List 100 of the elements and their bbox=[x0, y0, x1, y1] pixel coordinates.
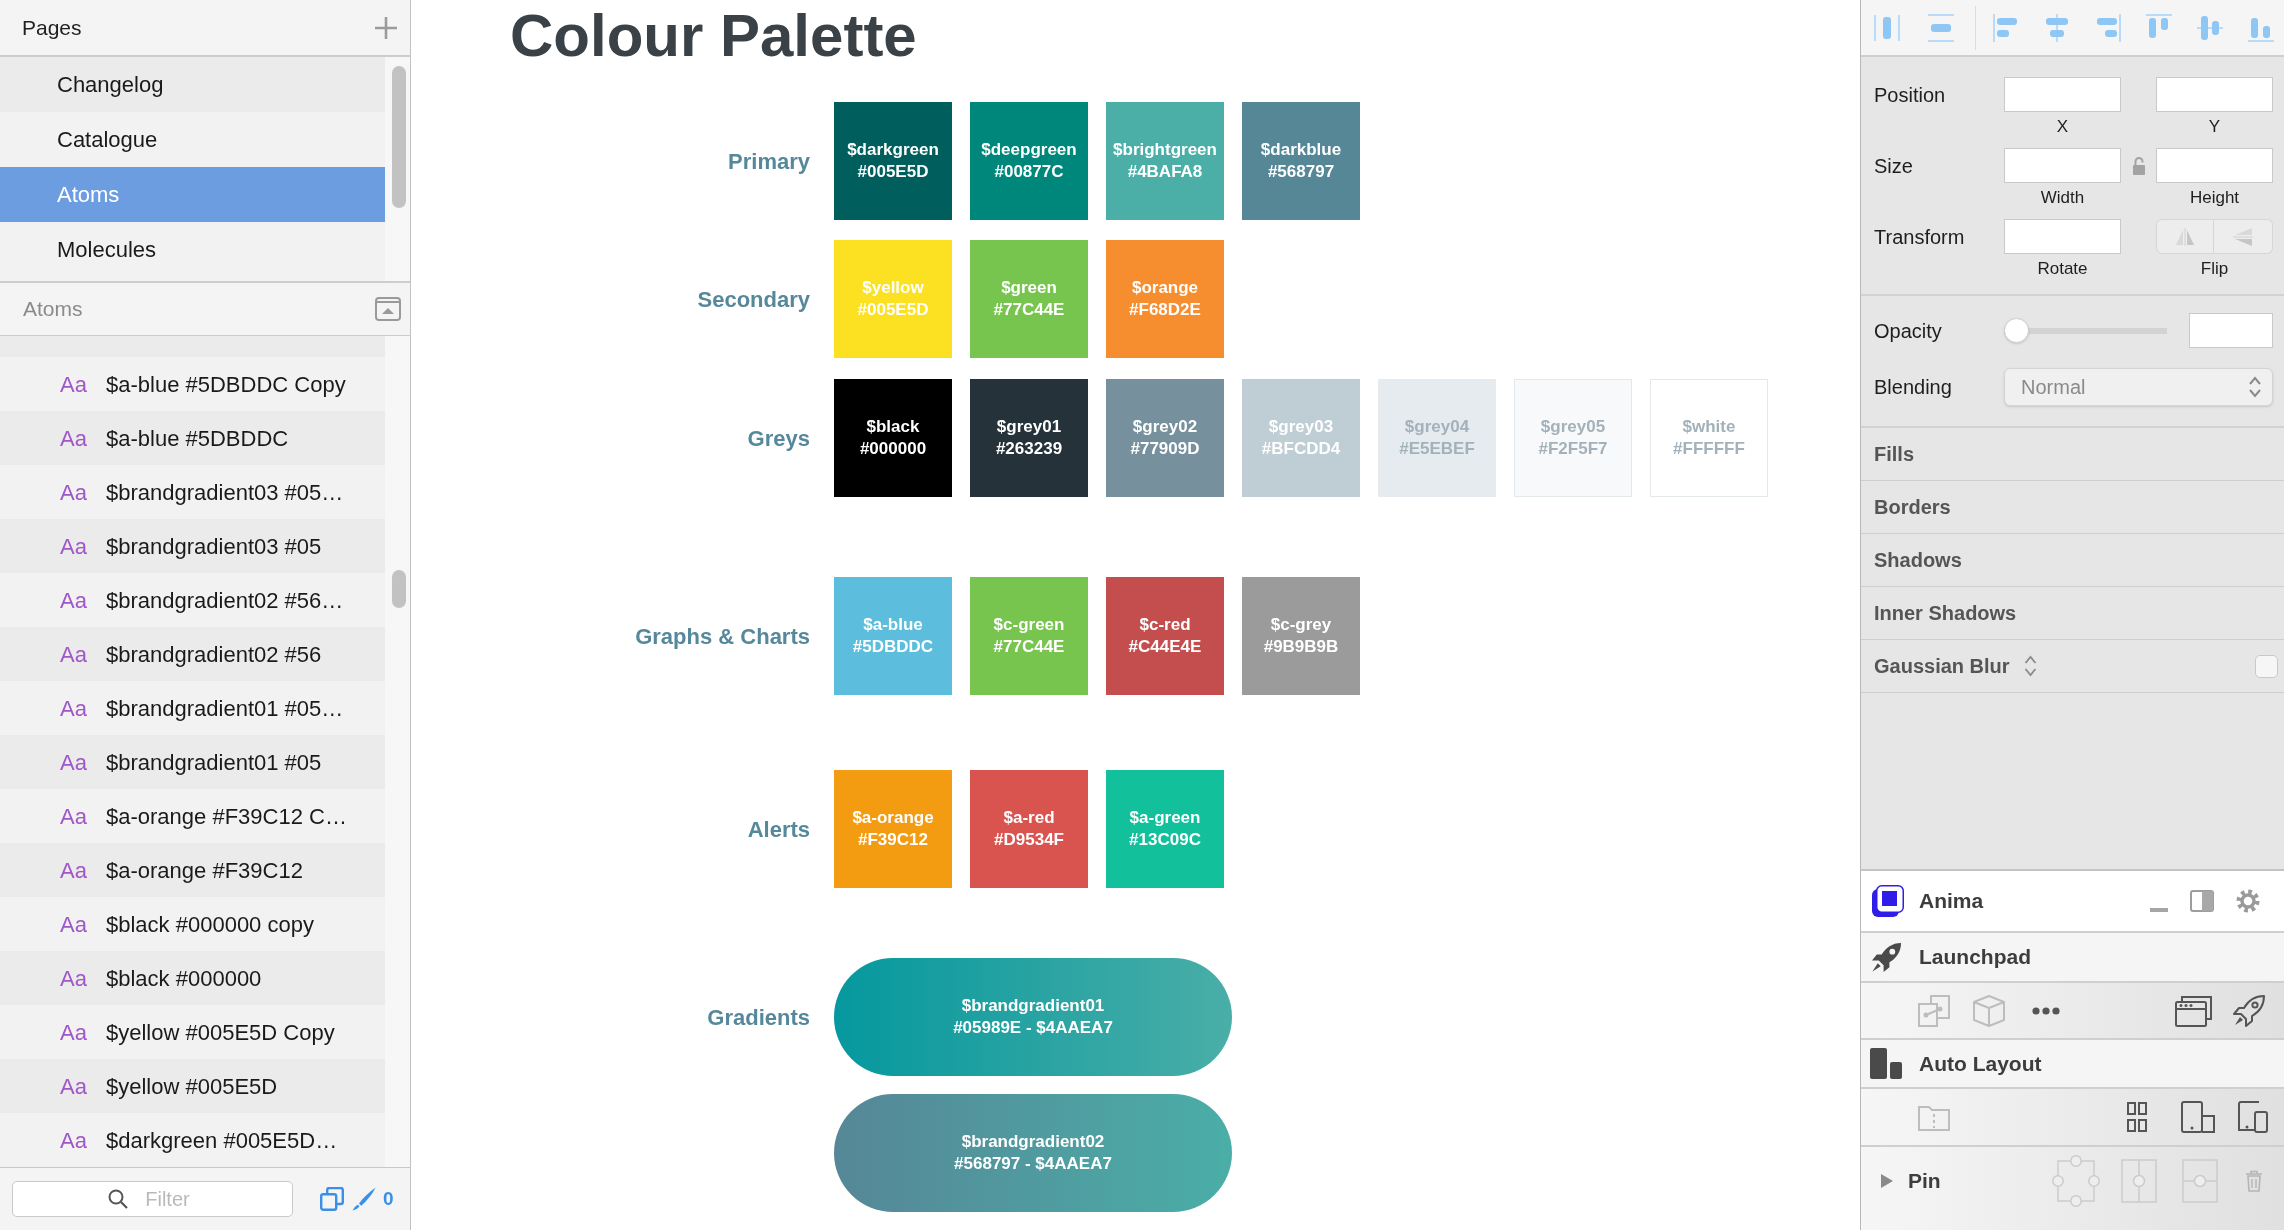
text-layer-glyph: Aa bbox=[60, 856, 88, 885]
cube-icon[interactable] bbox=[1973, 994, 2005, 1027]
text-layer-glyph: Aa bbox=[60, 910, 88, 939]
distribute-horizontal-icon[interactable] bbox=[1873, 12, 1901, 43]
swatch-hex: #9B9B9B bbox=[1263, 636, 1339, 658]
scrollbar[interactable] bbox=[392, 66, 406, 208]
pin-center-vertical-icon[interactable] bbox=[2121, 1159, 2157, 1203]
unlocked-lock-icon[interactable] bbox=[2132, 156, 2145, 175]
devices-icon[interactable] bbox=[2238, 1101, 2268, 1133]
align-left-icon[interactable] bbox=[1992, 12, 2020, 43]
rocket-icon bbox=[1871, 941, 1902, 973]
property-label: Blending bbox=[1874, 375, 1952, 400]
rotate-field[interactable] bbox=[2004, 219, 2121, 254]
swatch-hex: #C44E4E bbox=[1128, 636, 1202, 658]
layer-name: $yellow #005E5D bbox=[106, 1072, 278, 1101]
swatch-name: $yellow bbox=[862, 277, 924, 299]
flip-horizontal-icon bbox=[2174, 226, 2196, 247]
layer-row[interactable]: Aa $brandgradient03 #05 bbox=[0, 519, 385, 573]
swatch-name: $grey04 bbox=[1404, 416, 1470, 438]
section-header[interactable]: Shadows bbox=[1874, 545, 1962, 575]
text-layer-glyph: Aa bbox=[60, 478, 88, 507]
field-caption: Width bbox=[2040, 187, 2085, 209]
layer-name: $brandgradient03 #05 bbox=[106, 532, 322, 561]
overlapping-squares-icon[interactable] bbox=[320, 1187, 344, 1211]
swatch-hex: #00877C bbox=[994, 161, 1064, 183]
layer-row[interactable] bbox=[0, 336, 385, 357]
layer-row[interactable]: Aa $brandgradient02 #56 bbox=[0, 627, 385, 681]
field-caption: Rotate bbox=[2037, 258, 2088, 280]
layer-row[interactable]: Aa $brandgradient01 #05 bbox=[0, 735, 385, 789]
align-center-icon[interactable] bbox=[2043, 12, 2071, 43]
swatch-name: $grey03 bbox=[1268, 416, 1334, 438]
collapse-icon[interactable] bbox=[375, 297, 401, 321]
layer-name: $a-orange #F39C12 C… bbox=[106, 802, 347, 831]
text-layer-glyph: Aa bbox=[60, 370, 88, 399]
trash-icon[interactable] bbox=[2245, 1170, 2263, 1192]
section-header[interactable]: Inner Shadows bbox=[1874, 598, 2017, 628]
swatch-name: $brightgreen bbox=[1113, 139, 1217, 161]
layer-name: $brandgradient01 #05… bbox=[106, 694, 344, 723]
checkbox[interactable] bbox=[2255, 654, 2278, 678]
panel-title: Pages bbox=[22, 14, 82, 41]
swatch-hex: #4BAFA8 bbox=[1127, 161, 1203, 183]
distribute-vertical-icon[interactable] bbox=[1927, 12, 1955, 43]
text-layer-glyph: Aa bbox=[60, 1018, 88, 1047]
grid-icon[interactable] bbox=[2127, 1102, 2147, 1132]
text-layer-glyph: Aa bbox=[60, 1126, 88, 1155]
more-icon[interactable] bbox=[2032, 1006, 2060, 1015]
section-label: Secondary bbox=[697, 285, 810, 314]
pin-edges-icon[interactable] bbox=[2052, 1155, 2100, 1207]
updown-chevron-icon[interactable] bbox=[2023, 655, 2037, 677]
swatch-name: $grey02 bbox=[1132, 416, 1198, 438]
disclosure-triangle-icon[interactable] bbox=[1880, 1173, 1894, 1189]
layer-row[interactable]: Aa $a-orange #F39C12 bbox=[0, 843, 385, 897]
brush-icon[interactable] bbox=[352, 1187, 376, 1211]
layer-name: $black #000000 bbox=[106, 964, 262, 993]
align-right-icon[interactable] bbox=[2094, 12, 2122, 43]
page-item[interactable]: Changelog bbox=[0, 57, 385, 112]
layer-row[interactable]: Aa $a-blue #5DBDDC bbox=[0, 411, 385, 465]
swatch-hex: #F39C12 bbox=[858, 829, 928, 851]
width-field[interactable] bbox=[2004, 148, 2121, 183]
swatch-name: $darkblue bbox=[1260, 139, 1342, 161]
section-header[interactable]: Borders bbox=[1874, 492, 1951, 522]
panel-toggle-icon[interactable] bbox=[2190, 890, 2214, 912]
text-layer-glyph: Aa bbox=[60, 532, 88, 561]
property-label: Opacity bbox=[1874, 318, 1942, 344]
text-layer-glyph: Aa bbox=[60, 802, 88, 831]
height-field[interactable] bbox=[2156, 148, 2273, 183]
phone-tablet-icon bbox=[1870, 1048, 1902, 1079]
add-icon[interactable] bbox=[374, 15, 398, 40]
filter-field[interactable]: Filter bbox=[12, 1181, 293, 1217]
section-header[interactable]: Fills bbox=[1874, 439, 1914, 469]
x-field[interactable] bbox=[2004, 77, 2121, 112]
swatch-hex: #568797 - $4AAEA7 bbox=[954, 1153, 1112, 1175]
folder-icon[interactable] bbox=[1918, 1103, 1950, 1131]
swatch-hex: #D9534F bbox=[994, 829, 1064, 851]
text-layer-glyph: Aa bbox=[60, 640, 88, 669]
scrollbar[interactable] bbox=[392, 570, 406, 608]
layer-name: $brandgradient01 #05 bbox=[106, 748, 322, 777]
window-stack-icon[interactable] bbox=[2175, 994, 2213, 1027]
swatch-hex: #005E5D bbox=[857, 161, 929, 183]
rocket-icon[interactable] bbox=[2233, 994, 2265, 1027]
linked-pages-icon[interactable] bbox=[1918, 994, 1950, 1027]
opacity-field[interactable] bbox=[2189, 313, 2273, 348]
layer-row[interactable]: Aa $black #000000 bbox=[0, 951, 385, 1005]
property-label: Position bbox=[1874, 82, 1946, 108]
swatch-name: $white bbox=[1682, 416, 1736, 438]
swatch-hex: #F2F5F7 bbox=[1538, 438, 1608, 460]
phone-landscape-icon[interactable] bbox=[2181, 1101, 2215, 1133]
layer-row[interactable]: Aa $yellow #005E5D bbox=[0, 1059, 385, 1113]
swatch-hex: #13C09C bbox=[1129, 829, 1201, 851]
y-field[interactable] bbox=[2156, 77, 2273, 112]
minimize-icon[interactable] bbox=[2150, 908, 2168, 912]
slider-thumb[interactable] bbox=[2004, 318, 2029, 343]
settings-icon[interactable] bbox=[2236, 889, 2260, 913]
swatch-hex: #5DBDDC bbox=[852, 636, 934, 658]
pin-center-horizontal-icon[interactable] bbox=[2182, 1159, 2218, 1203]
layer-name: $brandgradient02 #56 bbox=[106, 640, 322, 669]
section-header[interactable]: Gaussian Blur bbox=[1874, 651, 2010, 681]
flip-vertical-button[interactable] bbox=[2214, 219, 2273, 254]
layer-name: $a-blue #5DBDDC bbox=[106, 424, 289, 453]
flip-horizontal-button[interactable] bbox=[2156, 219, 2214, 254]
